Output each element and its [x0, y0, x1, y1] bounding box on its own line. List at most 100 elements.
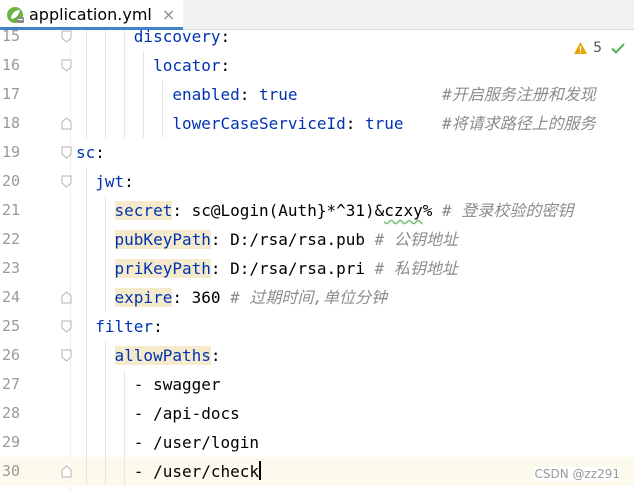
list-item: - swagger — [133, 375, 221, 394]
line-number: 22 — [2, 230, 21, 248]
yaml-value: sc@Login(Auth}*^31)& — [191, 201, 385, 220]
code-line[interactable]: 23 priKeyPath: D:/rsa/rsa.pri # 私钥地址 — [0, 254, 634, 283]
code-line[interactable]: 25 filter: — [0, 312, 634, 341]
code-text[interactable]: filter: — [76, 312, 163, 341]
code-text[interactable]: - /user/check — [76, 457, 262, 486]
line-number: 25 — [2, 317, 21, 335]
code-text[interactable]: expire: 360 # 过期时间,单位分钟 — [76, 283, 387, 312]
list-item: - /api-docs — [133, 404, 240, 423]
fold-marker-icon[interactable] — [61, 59, 72, 72]
code-line[interactable]: 29 - /user/login — [0, 428, 634, 457]
code-text[interactable]: - /api-docs — [76, 399, 240, 428]
yaml-key: locator — [153, 56, 221, 75]
line-number: 16 — [2, 56, 21, 74]
yaml-key: allowPaths — [114, 346, 211, 365]
code-text[interactable]: enabled: true #开启服务注册和发现 — [76, 80, 596, 109]
line-number: 30 — [2, 462, 21, 480]
code-line[interactable]: 26 allowPaths: — [0, 341, 634, 370]
code-line[interactable]: 20 jwt: — [0, 167, 634, 196]
key-separator: : — [220, 56, 231, 75]
typo-highlight: czxy — [384, 201, 423, 220]
key-separator: : — [210, 346, 221, 365]
code-line[interactable]: 16 locator: — [0, 51, 634, 80]
inspection-widget[interactable]: 5 — [573, 38, 626, 58]
code-text[interactable]: lowerCaseServiceId: true #将请求路径上的服务 — [76, 109, 596, 138]
line-number: 26 — [2, 346, 21, 364]
text-caret — [259, 461, 262, 480]
warning-triangle-icon — [574, 42, 588, 54]
code-line[interactable]: 27 - swagger — [0, 370, 634, 399]
code-line[interactable]: 22 pubKeyPath: D:/rsa/rsa.pub # 公钥地址 — [0, 225, 634, 254]
fold-marker-icon[interactable] — [61, 291, 72, 304]
line-number: 24 — [2, 288, 21, 306]
key-separator: : — [210, 259, 231, 278]
yaml-key: secret — [114, 201, 173, 220]
code-text[interactable]: secret: sc@Login(Auth}*^31)&czxy% # 登录校验… — [76, 196, 573, 225]
line-number: 29 — [2, 433, 21, 451]
code-text[interactable]: jwt: — [76, 167, 134, 196]
fold-marker-icon[interactable] — [61, 146, 72, 159]
yaml-comment: #将请求路径上的服务 — [442, 114, 596, 133]
code-text[interactable]: - swagger — [76, 370, 221, 399]
code-line[interactable]: 28 - /api-docs — [0, 399, 634, 428]
code-line[interactable]: 18 lowerCaseServiceId: true #将请求路径上的服务 — [0, 109, 634, 138]
line-number: 18 — [2, 114, 21, 132]
key-separator: : — [239, 85, 260, 104]
fold-marker-icon[interactable] — [61, 465, 72, 478]
yaml-value-suffix: % — [422, 201, 433, 220]
key-separator: : — [220, 30, 231, 46]
fold-marker-icon[interactable] — [61, 349, 72, 362]
code-line[interactable]: 17 enabled: true #开启服务注册和发现 — [0, 80, 634, 109]
yaml-key: enabled — [172, 85, 240, 104]
yaml-comment: #开启服务注册和发现 — [442, 85, 596, 104]
code-text[interactable]: discovery: — [76, 30, 230, 51]
code-text[interactable]: - /user/login — [76, 428, 259, 457]
code-line[interactable]: 21 secret: sc@Login(Auth}*^31)&czxy% # 登… — [0, 196, 634, 225]
key-separator: : — [345, 114, 365, 133]
key-separator: : — [172, 201, 192, 220]
code-line[interactable]: 24 expire: 360 # 过期时间,单位分钟 — [0, 283, 634, 312]
fold-marker-icon[interactable] — [61, 30, 72, 43]
fold-marker-icon[interactable] — [61, 117, 72, 130]
code-line[interactable]: 19 sc: — [0, 138, 634, 167]
watermark: CSDN @zz291 — [534, 467, 620, 481]
code-text[interactable]: allowPaths: — [76, 341, 221, 370]
fold-marker-icon[interactable] — [61, 320, 72, 333]
line-number: 17 — [2, 85, 21, 103]
code-text[interactable]: sc: — [76, 138, 105, 167]
code-text[interactable]: locator: — [76, 51, 230, 80]
fold-marker-icon[interactable] — [61, 175, 72, 188]
code-editor[interactable]: 15 discovery: 16 locator: 17 enabled: true… — [0, 30, 634, 493]
yaml-key: sc — [76, 143, 96, 162]
code-line[interactable]: 15 discovery: — [0, 30, 634, 51]
spring-leaf-icon — [7, 6, 24, 23]
line-number: 21 — [2, 201, 21, 219]
yaml-value: true — [259, 85, 298, 104]
tab-close-icon[interactable]: × — [162, 5, 175, 24]
line-number: 15 — [2, 30, 21, 45]
key-separator: : — [95, 143, 105, 162]
warning-count: 5 — [593, 40, 602, 56]
line-number: 27 — [2, 375, 21, 393]
tab-application-yml[interactable]: application.yml × — [0, 0, 184, 30]
comment-padding — [298, 85, 443, 104]
key-separator: : — [153, 317, 163, 336]
tab-filename: application.yml — [29, 5, 152, 24]
yaml-value: D:/rsa/rsa.pub — [230, 230, 365, 249]
key-separator: : — [124, 172, 134, 191]
line-number: 28 — [2, 404, 21, 422]
code-text[interactable]: pubKeyPath: D:/rsa/rsa.pub # 公钥地址 — [76, 225, 458, 254]
code-text[interactable]: priKeyPath: D:/rsa/rsa.pri # 私钥地址 — [76, 254, 458, 283]
key-separator: : — [210, 230, 231, 249]
